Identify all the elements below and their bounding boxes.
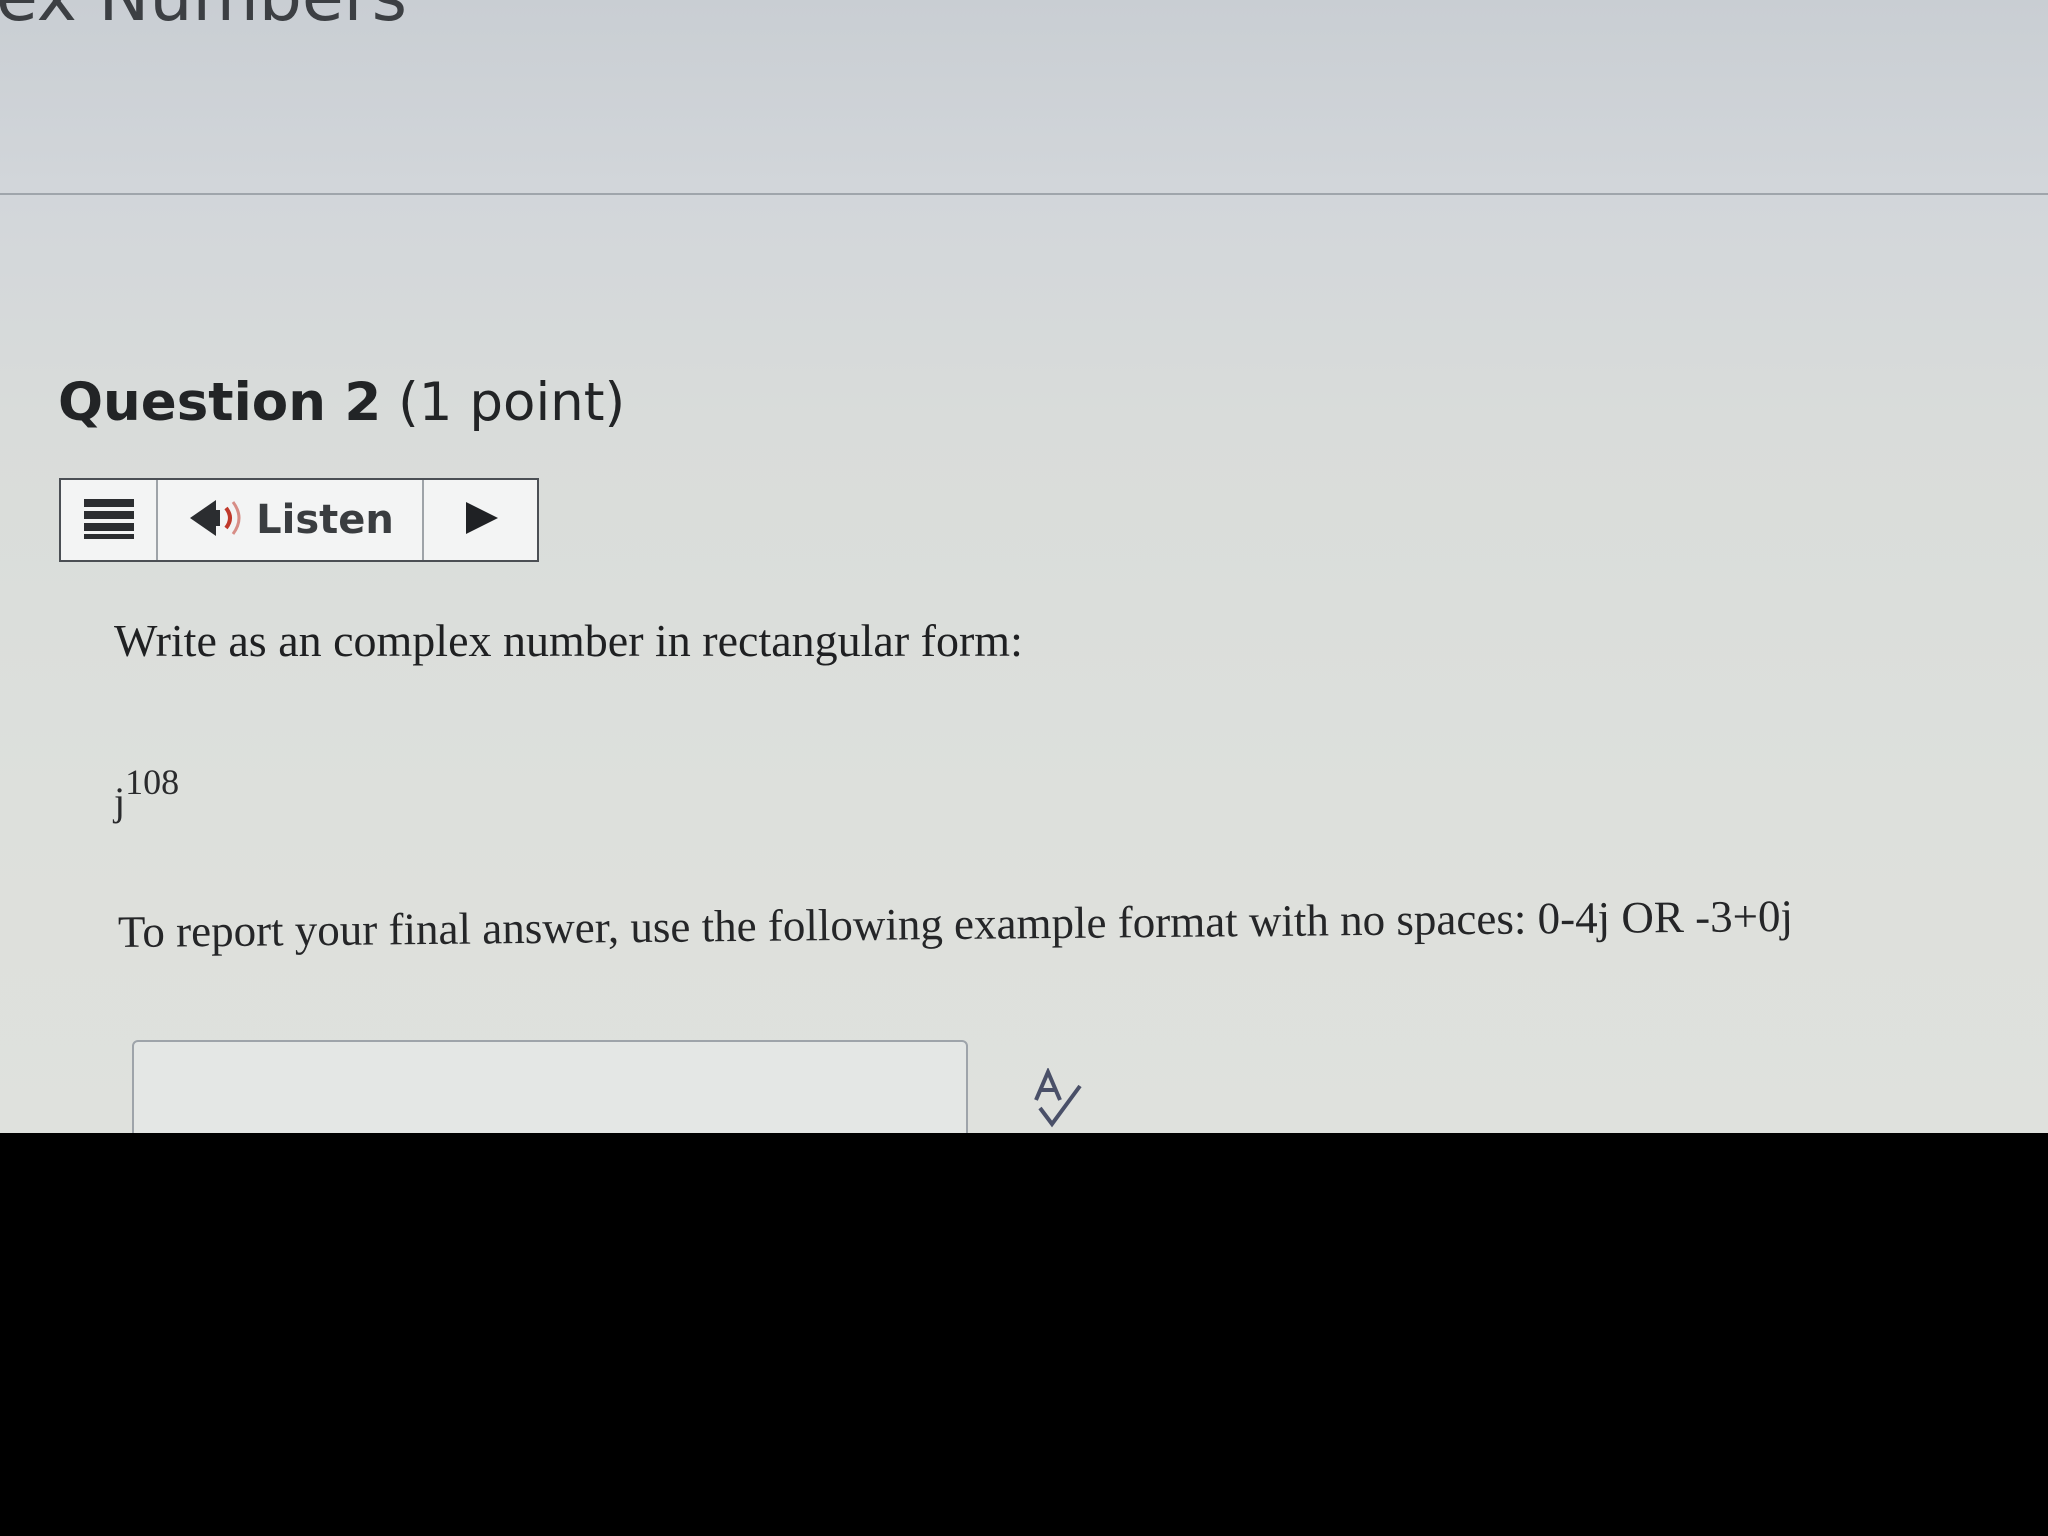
speaker-icon <box>186 496 248 545</box>
spellcheck-icon <box>1026 1066 1088 1133</box>
question-prompt: Write as an complex number in rectangula… <box>114 615 1023 666</box>
page-heading: ex Numbers <box>0 0 407 37</box>
black-region <box>0 1133 2048 1536</box>
listen-label: Listen <box>256 497 394 543</box>
listen-toolbar: Listen <box>59 478 539 562</box>
question-points: (1 point) <box>398 372 626 433</box>
answer-input[interactable] <box>132 1040 968 1133</box>
play-button[interactable] <box>424 480 537 560</box>
play-icon <box>461 498 501 543</box>
question-number: Question 2 <box>58 372 382 433</box>
spellcheck-button[interactable] <box>1026 1066 1088 1133</box>
expression-base: j <box>114 779 126 824</box>
menu-icon <box>81 496 137 545</box>
header-divider <box>0 193 2048 195</box>
listen-button[interactable]: Listen <box>158 480 424 560</box>
format-instruction: To report your final answer, use the fol… <box>117 890 1794 957</box>
screen-area: ex Numbers Question 2 (1 point) <box>0 0 2048 1133</box>
question-title: Question 2 (1 point) <box>58 372 625 433</box>
expression-exponent: 108 <box>125 762 180 802</box>
math-expression: j108 <box>114 764 179 824</box>
toolbar-menu-button[interactable] <box>61 480 158 560</box>
